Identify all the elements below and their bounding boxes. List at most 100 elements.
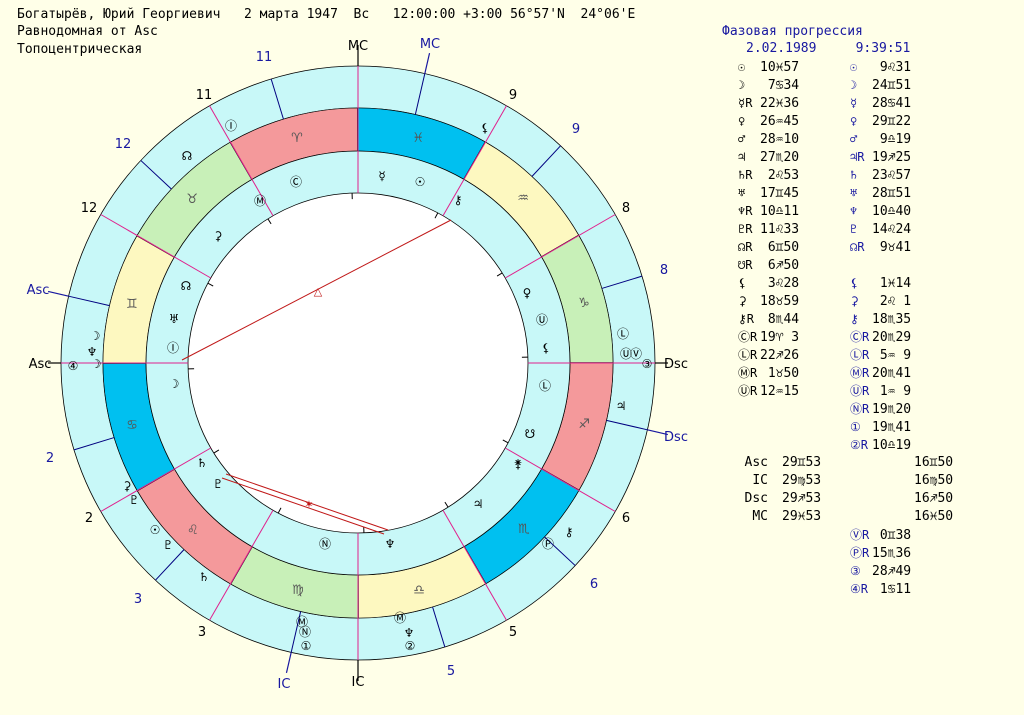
prog-row: ⒸR 20♏29 <box>850 328 911 346</box>
extra-symbol: ⓋR <box>850 528 870 542</box>
natal-position: 27♏20 <box>760 150 800 165</box>
prog-symbol: ⚸ <box>850 276 859 290</box>
angles-table: Asc 29♊53 16♊50 IC 29♍53 16♍50 Dsc 29♐53 16♐50 MC… <box>716 454 954 526</box>
prog-position: 20♏29 <box>872 330 912 345</box>
prog-symbol: ☉ <box>850 60 858 74</box>
natal-row: ⓂR 1♉50 <box>738 364 799 382</box>
angle-row: MC 29♓53 16♓50 <box>716 508 953 526</box>
angle-label: MC <box>752 509 768 524</box>
natal-symbol: ⓂR <box>738 366 758 380</box>
zodiac-sign-glyph: ♒ <box>517 191 529 206</box>
planet-glyph: ⚸ <box>542 341 551 355</box>
angle-natal: 29♊53 <box>782 455 822 470</box>
prog-symbol: ②R <box>850 438 868 452</box>
prog-asc-label: Asc <box>27 283 50 298</box>
prog-planet-glyph: ♇ <box>129 493 140 507</box>
prog-symbol: ♅ <box>850 186 858 200</box>
natal-row: ⓊR 12♒15 <box>738 382 799 400</box>
natal-row: ♆R 10♎11 <box>738 202 799 220</box>
prog-planet-glyph: ⚳ <box>123 479 132 493</box>
prog-symbol: ♂ <box>850 132 858 146</box>
planet-glyph: Ⓜ <box>254 194 266 208</box>
prog-planet-glyph: Ⓥ <box>630 347 642 361</box>
natal-position: 1♉50 <box>760 366 800 381</box>
natal-position: 28♒10 <box>760 132 800 147</box>
extra-row: ⓋR 0♊38 <box>850 526 911 544</box>
natal-symbol: ♄R <box>738 168 753 182</box>
prog-row: ☿ 28♋41 <box>850 94 911 112</box>
prog-house-number: 11 <box>256 50 273 65</box>
prog-position: 14♌24 <box>872 222 912 237</box>
prog-symbol: ♆ <box>850 204 858 218</box>
prog-row: ☊R 9♉41 <box>850 238 911 256</box>
planet-glyph: ⚵ <box>514 457 523 471</box>
house-number: 11 <box>196 88 213 103</box>
natal-row: ♃ 27♏20 <box>738 148 799 166</box>
natal-row: ⚷R 8♏44 <box>738 310 799 328</box>
prog-planet-glyph: Ⓛ <box>617 327 629 341</box>
zodiac-sign-glyph: ♍ <box>292 583 304 598</box>
prog-position: 1♒ 9 <box>872 384 912 399</box>
natal-symbol: ☉ <box>738 60 746 74</box>
natal-row: ♄R 2♌53 <box>738 166 799 184</box>
extra-position: 15♏36 <box>872 546 912 561</box>
progression-date: 2.02.1989 9:39:51 <box>746 41 911 56</box>
planet-glyph: ⚷ <box>454 193 463 207</box>
prog-row: ②R 10♎19 <box>850 436 911 454</box>
zodiac-sign-glyph: ♊ <box>126 297 138 312</box>
prog-position: 29♊22 <box>872 114 912 129</box>
angle-natal: 29♍53 <box>782 473 822 488</box>
angle-row: Asc 29♊53 16♊50 <box>716 454 954 472</box>
prog-position: 18♏35 <box>872 312 912 327</box>
extra-position: 0♊38 <box>872 528 912 543</box>
prog-position: 9♎19 <box>872 132 912 147</box>
prog-position: 9♌31 <box>872 60 912 75</box>
prog-row: ⚸ 1♓14 <box>850 274 911 292</box>
prog-position: 10♎40 <box>872 204 912 219</box>
prog-planet-glyph: ④ <box>68 359 79 373</box>
prog-row: ♅ 28♊51 <box>850 184 911 202</box>
prog-row: ⓃR 19♏20 <box>850 400 911 418</box>
prog-row: ♄ 23♌57 <box>850 166 911 184</box>
natal-symbol: ☿R <box>738 96 753 110</box>
prog-position: 28♋41 <box>872 96 912 111</box>
natal-symbol: ☽ <box>738 78 746 92</box>
prog-row: ♇ 14♌24 <box>850 220 911 238</box>
prog-house-number: 8 <box>660 263 668 278</box>
zodiac-sign-glyph: ♓ <box>412 131 424 146</box>
prog-position: 24♊51 <box>872 78 912 93</box>
prog-position: 28♊51 <box>872 186 912 201</box>
chart-wheel[interactable]: ♈ ♉ ♊ ♋ ♌ ♍ ♎ ♏ ♐ ♑ ♒ ♓ MC MC IC IC Asc Asc Dsc Dsc 11 9 8 6 5 3 2… <box>0 0 715 715</box>
natal-symbol: ⒸR <box>738 330 758 344</box>
natal-position: 3♌28 <box>760 276 800 291</box>
natal-position: 2♌53 <box>760 168 800 183</box>
prog-symbol: ⓊR <box>850 384 870 398</box>
aspect-glyph: ✶ <box>304 498 313 511</box>
prog-symbol: ⚷ <box>850 312 859 326</box>
house-number: 5 <box>509 625 517 640</box>
extra-position: 28♐49 <box>872 564 912 579</box>
prog-planet-glyph: ♇ <box>163 538 174 552</box>
prog-position: 1♓14 <box>872 276 912 291</box>
prog-row: ⚳ 2♌ 1 <box>850 292 911 310</box>
natal-row: ⚳ 18♉59 <box>738 292 799 310</box>
zodiac-sign-glyph: ♑ <box>578 296 590 311</box>
prog-position: 10♎19 <box>872 438 912 453</box>
extra-symbol: ⓅR <box>850 546 870 560</box>
angle-row: IC 29♍53 16♍50 <box>716 472 953 490</box>
natal-symbol: ♀ <box>738 114 746 128</box>
prog-row: ☉ 9♌31 <box>850 58 911 76</box>
prog-position: 9♉41 <box>872 240 912 255</box>
planet-glyph: ♄ <box>197 456 208 470</box>
house-number: 12 <box>81 201 98 216</box>
natal-symbol: ⓊR <box>738 384 758 398</box>
prog-row <box>850 256 911 274</box>
prog-ic-label: IC <box>278 677 291 692</box>
natal-symbol: ⚷R <box>738 312 755 326</box>
natal-symbol: ☊R <box>738 240 753 254</box>
zodiac-sign-glyph: ♎ <box>413 583 425 598</box>
natal-row: ☊R 6♊50 <box>738 238 799 256</box>
natal-row: ⒸR 19♈ 3 <box>738 328 799 346</box>
prog-position: 19♏20 <box>872 402 912 417</box>
prog-house-number: 9 <box>572 122 580 137</box>
